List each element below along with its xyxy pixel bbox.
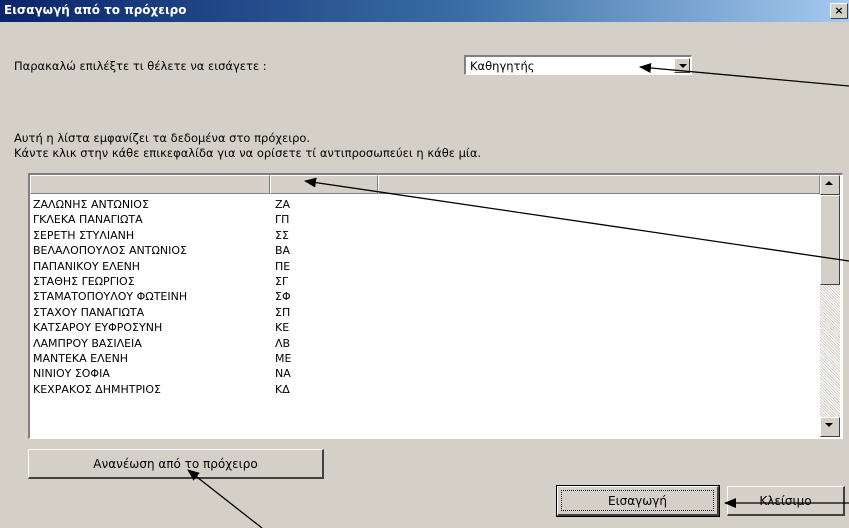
list-item[interactable]: ΣΕΡΕΤΗ ΣΤΥΛΙΑΝΗ ΣΣ (30, 229, 820, 244)
list-item-name: ΚΕΧΡΑΚΟΣ ΔΗΜΗΤΡΙΟΣ (33, 382, 161, 396)
list-item[interactable]: ΛΑΜΠΡΟΥ ΒΑΣΙΛΕΙΑ ΛΒ (30, 337, 820, 352)
column-header-3[interactable] (378, 175, 820, 194)
list-rows: ΖΑΛΩΝΗΣ ΑΝΤΩΝΙΟΣ ΖΑ ΓΚΛΕΚΑ ΠΑΝΑΓΙΩΤΑ ΓΠ ΣΕΡΕ… (30, 198, 820, 398)
info-line-1: Αυτή η λίστα εμφανίζει τα δεδομένα στο π… (14, 131, 311, 145)
list-item-initials: ΒΑ (275, 244, 291, 258)
list-item[interactable]: ΚΕΧΡΑΚΟΣ ΔΗΜΗΤΡΙΟΣ ΚΔ (30, 383, 820, 398)
close-button-label: Κλείσιμο (759, 494, 812, 508)
list-item-initials: ΛΒ (275, 336, 291, 350)
list-item-name: ΖΑΛΩΝΗΣ ΑΝΤΩΝΙΟΣ (33, 198, 149, 211)
list-item-name: ΒΕΛΑΛΟΠΟΥΛΟΣ ΑΝΤΩΝΙΟΣ (33, 244, 187, 258)
prompt-label: Παρακαλώ επιλέξτε τι θέλετε να εισάγετε … (14, 59, 267, 73)
scroll-up-icon[interactable] (820, 175, 840, 195)
clipboard-data-list[interactable]: ΖΑΛΩΝΗΣ ΑΝΤΩΝΙΟΣ ΖΑ ΓΚΛΕΚΑ ΠΑΝΑΓΙΩΤΑ ΓΠ ΣΕΡΕ… (28, 173, 843, 439)
list-item[interactable]: ΒΕΛΑΛΟΠΟΥΛΟΣ ΑΝΤΩΝΙΟΣ ΒΑ (30, 244, 820, 259)
list-item-name: ΚΑΤΣΑΡΟΥ ΕΥΦΡΟΣΥΝΗ (33, 321, 163, 335)
list-item[interactable]: ΣΤΑΧΟΥ ΠΑΝΑΓΙΩΤΑ ΣΠ (30, 306, 820, 321)
list-item-name: ΝΙΝΙΟΥ ΣΟΦΙΑ (33, 367, 110, 381)
close-button[interactable]: Κλείσιμο (727, 486, 845, 516)
list-item-name: ΠΑΠΑΝΙΚΟΥ ΕΛΕΝΗ (33, 259, 141, 273)
list-item-initials: ΝΑ (275, 367, 291, 381)
scroll-down-icon[interactable] (820, 417, 840, 437)
vertical-scrollbar[interactable] (820, 175, 840, 437)
list-item-initials: ΓΠ (275, 213, 290, 227)
refresh-from-clipboard-button[interactable]: Ανανέωση από το πρόχειρο (28, 449, 324, 479)
list-item-name: ΣΕΡΕΤΗ ΣΤΥΛΙΑΝΗ (33, 228, 135, 242)
list-item-initials: ΣΠ (275, 305, 291, 319)
list-item-initials: ΣΓ (275, 274, 289, 288)
list-item[interactable]: ΜΑΝΤΕΚΑ ΕΛΕΝΗ ΜΕ (30, 352, 820, 367)
list-item-initials: ΚΕ (275, 321, 290, 335)
list-item[interactable]: ΣΤΑΘΗΣ ΓΕΩΡΓΙΟΣ ΣΓ (30, 275, 820, 290)
import-button[interactable]: Εισαγωγή (556, 485, 720, 517)
info-line-2: Κάντε κλικ στην κάθε επικεφαλίδα για να … (14, 146, 482, 160)
list-item-name: ΓΚΛΕΚΑ ΠΑΝΑΓΙΩΤΑ (33, 213, 143, 227)
import-type-value: Καθηγητής (470, 59, 535, 73)
close-icon[interactable]: × (830, 3, 848, 19)
dropdown-arrow-icon[interactable] (674, 58, 690, 73)
list-item-initials: ΣΣ (275, 228, 289, 242)
refresh-button-label: Ανανέωση από το πρόχειρο (93, 457, 258, 471)
list-item-name: ΣΤΑΘΗΣ ΓΕΩΡΓΙΟΣ (33, 274, 135, 288)
list-item[interactable]: ΓΚΛΕΚΑ ΠΑΝΑΓΙΩΤΑ ΓΠ (30, 213, 820, 228)
list-item-initials: ΚΔ (275, 382, 290, 396)
import-button-label: Εισαγωγή (607, 494, 667, 508)
column-header-2[interactable] (270, 175, 378, 194)
list-item-initials: ΣΦ (275, 290, 291, 304)
import-clipboard-dialog: Εισαγωγή από το πρόχειρο × Παρακαλώ επιλ… (0, 0, 849, 528)
list-item-name: ΛΑΜΠΡΟΥ ΒΑΣΙΛΕΙΑ (33, 336, 142, 350)
list-item[interactable]: ΚΑΤΣΑΡΟΥ ΕΥΦΡΟΣΥΝΗ ΚΕ (30, 321, 820, 336)
list-item-name: ΣΤΑΧΟΥ ΠΑΝΑΓΙΩΤΑ (33, 305, 145, 319)
list-item[interactable]: ΝΙΝΙΟΥ ΣΟΦΙΑ ΝΑ (30, 367, 820, 382)
title-bar[interactable]: Εισαγωγή από το πρόχειρο × (0, 0, 849, 22)
list-item[interactable]: ΠΑΠΑΝΙΚΟΥ ΕΛΕΝΗ ΠΕ (30, 260, 820, 275)
list-item-name: ΜΑΝΤΕΚΑ ΕΛΕΝΗ (33, 351, 129, 365)
import-type-dropdown[interactable]: Καθηγητής (464, 55, 692, 75)
column-header-1[interactable] (30, 175, 270, 194)
list-item[interactable]: ΖΑΛΩΝΗΣ ΑΝΤΩΝΙΟΣ ΖΑ (30, 198, 820, 213)
list-item-initials: ΠΕ (275, 259, 291, 273)
list-item-initials: ΜΕ (275, 351, 292, 365)
list-item-name: ΣΤΑΜΑΤΟΠΟΥΛΟΥ ΦΩΤΕΙΝΗ (33, 290, 188, 304)
window-title: Εισαγωγή από το πρόχειρο (4, 3, 187, 17)
list-item[interactable]: ΣΤΑΜΑΤΟΠΟΥΛΟΥ ΦΩΤΕΙΝΗ ΣΦ (30, 290, 820, 305)
scroll-thumb[interactable] (820, 195, 840, 285)
list-item-initials: ΖΑ (275, 198, 291, 211)
